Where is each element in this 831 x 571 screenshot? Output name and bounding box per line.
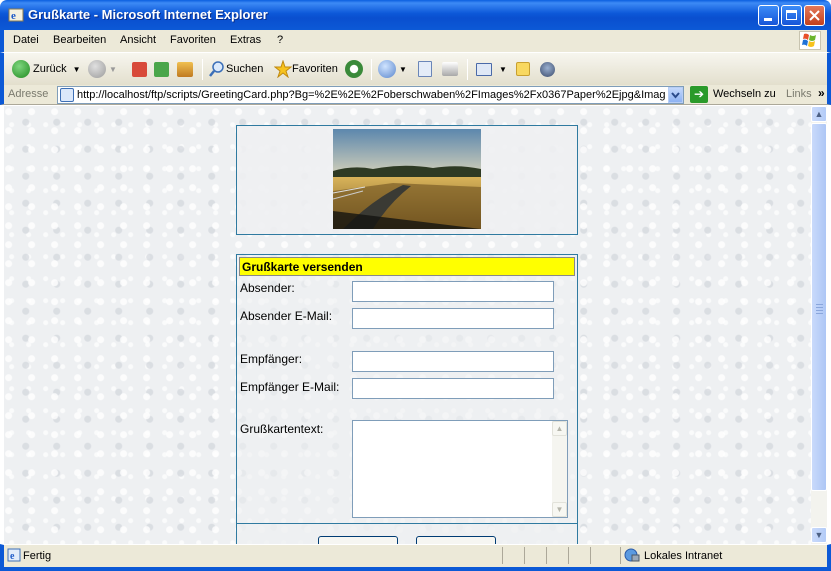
message-label: Grußkartentext:	[240, 422, 324, 436]
internet-explorer-icon: e	[8, 8, 24, 22]
refresh-button[interactable]	[154, 59, 172, 79]
page-content: Grußkarte versenden Absender: Absender E…	[4, 106, 811, 544]
scroll-up-icon[interactable]: ▲	[552, 421, 567, 436]
go-button[interactable]: ➔	[690, 86, 708, 103]
search-icon	[209, 61, 224, 77]
form-button-1[interactable]	[318, 536, 398, 544]
scroll-down-icon[interactable]: ▼	[811, 527, 827, 543]
close-icon	[809, 10, 820, 21]
address-label: Adresse	[8, 88, 49, 100]
menu-favoriten[interactable]: Favoriten	[170, 34, 216, 46]
history-icon	[345, 60, 363, 78]
go-arrow-icon: ➔	[693, 87, 705, 101]
close-button[interactable]	[804, 5, 825, 26]
recipient-label: Empfänger:	[240, 352, 303, 366]
links-label[interactable]: Links	[786, 88, 812, 100]
greeting-card-photo	[333, 129, 481, 229]
windows-logo-icon	[799, 31, 821, 50]
forward-arrow-icon	[88, 60, 106, 78]
menu-help[interactable]: ?	[277, 34, 283, 46]
search-button[interactable]: Suchen	[208, 59, 263, 79]
scrollbar-thumb[interactable]	[811, 123, 827, 491]
greeting-form: Grußkarte versenden Absender: Absender E…	[236, 254, 578, 544]
intranet-globe-icon	[624, 548, 640, 562]
mail-icon	[378, 60, 396, 78]
go-label[interactable]: Wechseln zu	[713, 88, 776, 100]
stop-icon	[132, 61, 147, 77]
page-done-icon: e	[7, 548, 21, 562]
page-scrollbar[interactable]: ▲ ▼	[811, 106, 827, 544]
recipient-input[interactable]	[352, 351, 554, 372]
greeting-image-box	[236, 125, 578, 235]
chevron-down-icon: ▼	[499, 64, 507, 74]
chevron-down-icon: ▼	[109, 64, 117, 74]
address-url: http://localhost/ftp/scripts/GreetingCar…	[77, 89, 665, 101]
note-icon	[516, 62, 530, 76]
menu-datei[interactable]: Datei	[13, 34, 39, 46]
home-button[interactable]	[177, 59, 196, 79]
svg-text:e: e	[10, 551, 15, 562]
messenger-button[interactable]	[540, 59, 558, 79]
refresh-icon	[154, 61, 169, 77]
scroll-up-icon[interactable]: ▲	[811, 106, 827, 122]
edit-button[interactable]: ▼	[476, 59, 507, 79]
edit-icon	[476, 62, 492, 76]
form-button-2[interactable]	[416, 536, 496, 544]
security-zone-label: Lokales Intranet	[644, 550, 723, 562]
address-dropdown-button[interactable]	[668, 87, 683, 103]
menu-bearbeiten[interactable]: Bearbeiten	[53, 34, 106, 46]
mail-button[interactable]: ▼	[378, 59, 407, 79]
menu-extras[interactable]: Extras	[230, 34, 261, 46]
sender-label: Absender:	[240, 281, 295, 295]
menu-ansicht[interactable]: Ansicht	[120, 34, 156, 46]
form-title: Grußkarte versenden	[239, 257, 575, 276]
document-icon	[418, 61, 432, 77]
maximize-button[interactable]	[781, 5, 802, 26]
sender-email-label: Absender E-Mail:	[240, 309, 333, 323]
chevron-down-icon	[671, 92, 680, 99]
favorites-label: Favoriten	[292, 63, 338, 75]
sender-input[interactable]	[352, 281, 554, 302]
textarea-scrollbar[interactable]: ▲ ▼	[552, 421, 567, 517]
home-icon	[177, 61, 193, 77]
back-button[interactable]: Zurück ▼	[12, 59, 81, 79]
address-bar: Adresse http://localhost/ftp/scripts/Gre…	[0, 85, 831, 105]
forward-button[interactable]: ▼	[88, 59, 117, 79]
recipient-email-input[interactable]	[352, 378, 554, 399]
chevron-down-icon: ▼	[72, 64, 81, 74]
sender-email-input[interactable]	[352, 308, 554, 329]
form-buttons-box	[236, 523, 578, 544]
page-icon	[60, 88, 74, 102]
search-label: Suchen	[226, 63, 264, 75]
toolbar: Zurück ▼ ▼ Suchen Favoriten ▼ ▼	[0, 52, 831, 85]
favorites-button[interactable]: Favoriten	[274, 59, 338, 79]
stop-button[interactable]	[132, 59, 150, 79]
back-arrow-icon	[12, 60, 30, 78]
print-preview-button[interactable]	[418, 59, 435, 79]
messenger-icon	[540, 61, 555, 77]
print-button[interactable]	[442, 59, 461, 79]
printer-icon	[442, 62, 458, 76]
window-title: Grußkarte - Microsoft Internet Explorer	[28, 7, 268, 22]
status-bar: e Fertig Lokales Intranet	[0, 544, 831, 571]
favorites-star-icon	[274, 60, 292, 78]
chevron-down-icon: ▼	[399, 64, 407, 74]
discuss-button[interactable]	[516, 59, 533, 79]
links-chevron-icon[interactable]: »	[818, 86, 825, 100]
recipient-email-label: Empfänger E-Mail:	[240, 380, 340, 394]
menu-bar: Datei Bearbeiten Ansicht Favoriten Extra…	[0, 30, 831, 52]
svg-text:e: e	[11, 10, 16, 22]
back-label: Zurück	[33, 63, 67, 75]
title-bar: e Grußkarte - Microsoft Internet Explore…	[0, 0, 831, 30]
minimize-button[interactable]	[758, 5, 779, 26]
scroll-down-icon[interactable]: ▼	[552, 502, 567, 517]
status-text: Fertig	[23, 550, 52, 562]
address-input[interactable]: http://localhost/ftp/scripts/GreetingCar…	[57, 86, 684, 104]
message-textarea[interactable]: ▲ ▼	[352, 420, 568, 518]
history-button[interactable]	[345, 59, 366, 79]
